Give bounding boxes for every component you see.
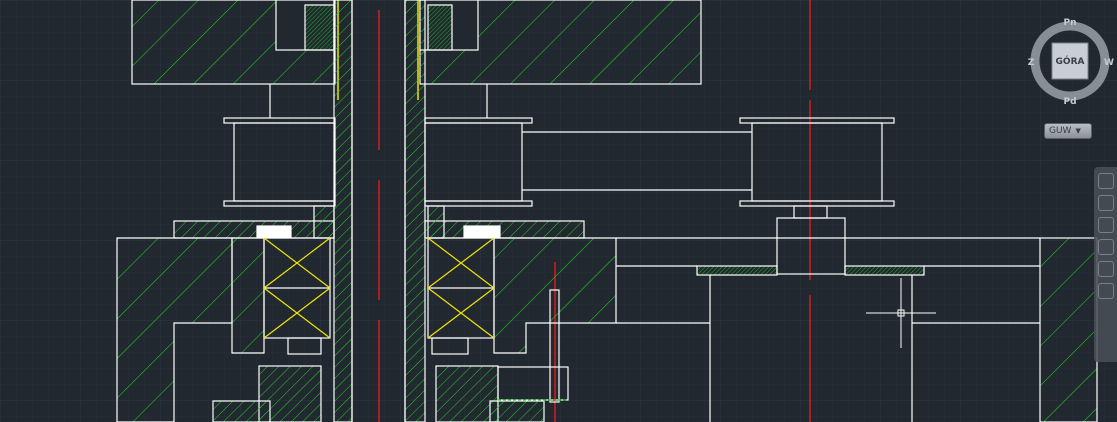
showmotion-icon[interactable] [1097, 261, 1114, 277]
zoom-icon[interactable] [1097, 217, 1114, 233]
compass-east-label: W [1104, 58, 1114, 68]
compass-south-label: Pd [1063, 97, 1076, 107]
viewcube-top-label: GÓRA [1056, 55, 1085, 67]
compass-north-label: Pn [1063, 18, 1076, 28]
chevron-down-icon: ▼ [1075, 127, 1081, 135]
compass-west-label: Z [1028, 58, 1035, 68]
drawing-canvas[interactable]: GÓRA Pn Pd Z W [0, 0, 1117, 422]
orbit-icon[interactable] [1097, 239, 1114, 255]
steering-wheel-icon[interactable] [1097, 173, 1114, 189]
wcs-menu-button[interactable]: GUW ▼ [1044, 123, 1092, 139]
zoom-extents-icon[interactable] [1097, 283, 1114, 299]
navigation-bar[interactable] [1094, 167, 1117, 362]
wcs-label: GUW [1049, 126, 1072, 136]
pan-icon[interactable] [1097, 195, 1114, 211]
